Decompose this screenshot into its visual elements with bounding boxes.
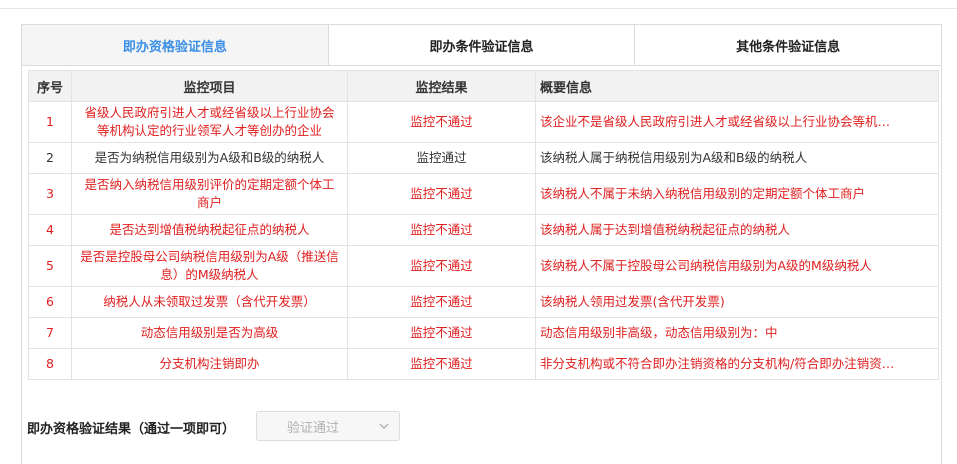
row-summary: 非分支机构或不符合即办注销资格的分支机构/符合即办注销资…: [535, 348, 939, 380]
verification-panel: 即办资格验证信息 即办条件验证信息 其他条件验证信息 序号 监控项目 监控结果 …: [21, 24, 942, 464]
row-result: 监控不通过: [347, 245, 536, 287]
row-result: 监控不通过: [347, 214, 536, 246]
row-item: 省级人民政府引进人才或经省级以上行业协会等机构认定的行业领军人才等创办的企业: [71, 101, 348, 143]
table-row: 2 是否为纳税信用级别为A级和B级的纳税人 监控通过 该纳税人属于纳税信用级别为…: [28, 142, 939, 174]
result-select[interactable]: 验证通过: [256, 411, 400, 441]
tab-other-conditions[interactable]: 其他条件验证信息: [634, 25, 941, 65]
chevron-down-icon: [379, 423, 389, 430]
table-row: 3 是否纳入纳税信用级别评价的定期定额个体工商户 监控不通过 该纳税人不属于未纳…: [28, 173, 939, 215]
top-divider: [0, 0, 957, 9]
row-item: 是否达到增值税纳税起征点的纳税人: [71, 214, 348, 246]
row-item: 是否为纳税信用级别为A级和B级的纳税人: [71, 142, 348, 174]
table-row: 6 纳税人从未领取过发票（含代开发票） 监控不通过 该纳税人领用过发票(含代开发…: [28, 286, 939, 318]
row-summary: 该纳税人不属于未纳入纳税信用级别的定期定额个体工商户: [535, 173, 939, 215]
monitor-table: 序号 监控项目 监控结果 概要信息 1 省级人民政府引进人才或经省级以上行业协会…: [28, 70, 939, 380]
row-no: 7: [28, 317, 72, 349]
row-summary: 该纳税人不属于控股母公司纳税信用级别为A级的M级纳税人: [535, 245, 939, 287]
row-result: 监控通过: [347, 142, 536, 174]
row-summary: 该纳税人领用过发票(含代开发票): [535, 286, 939, 318]
table-header-row: 序号 监控项目 监控结果 概要信息: [28, 70, 939, 102]
row-no: 1: [28, 101, 72, 143]
table-row: 5 是否是控股母公司纳税信用级别为A级（推送信息）的M级纳税人 监控不通过 该纳…: [28, 245, 939, 287]
row-result: 监控不通过: [347, 101, 536, 143]
table-row: 8 分支机构注销即办 监控不通过 非分支机构或不符合即办注销资格的分支机构/符合…: [28, 348, 939, 380]
tab-conditions[interactable]: 即办条件验证信息: [327, 25, 635, 65]
table-row: 1 省级人民政府引进人才或经省级以上行业协会等机构认定的行业领军人才等创办的企业…: [28, 101, 939, 143]
header-item: 监控项目: [71, 70, 348, 102]
row-item: 是否是控股母公司纳税信用级别为A级（推送信息）的M级纳税人: [71, 245, 348, 287]
row-summary: 该企业不是省级人民政府引进人才或经省级以上行业协会等机…: [535, 101, 939, 143]
tab-qualification[interactable]: 即办资格验证信息: [22, 25, 328, 65]
row-result: 监控不通过: [347, 173, 536, 215]
table-row: 4 是否达到增值税纳税起征点的纳税人 监控不通过 该纳税人属于达到增值税纳税起征…: [28, 214, 939, 246]
row-no: 8: [28, 348, 72, 380]
row-summary: 该纳税人属于纳税信用级别为A级和B级的纳税人: [535, 142, 939, 174]
row-item: 分支机构注销即办: [71, 348, 348, 380]
row-summary: 该纳税人属于达到增值税纳税起征点的纳税人: [535, 214, 939, 246]
row-no: 3: [28, 173, 72, 215]
header-no: 序号: [28, 70, 72, 102]
header-summary: 概要信息: [535, 70, 939, 102]
row-result: 监控不通过: [347, 348, 536, 380]
row-item: 是否纳入纳税信用级别评价的定期定额个体工商户: [71, 173, 348, 215]
row-no: 4: [28, 214, 72, 246]
row-no: 6: [28, 286, 72, 318]
header-result: 监控结果: [347, 70, 536, 102]
row-result: 监控不通过: [347, 317, 536, 349]
result-select-value: 验证通过: [287, 420, 340, 436]
row-item: 纳税人从未领取过发票（含代开发票）: [71, 286, 348, 318]
row-no: 5: [28, 245, 72, 287]
row-no: 2: [28, 142, 72, 174]
tab-bar: 即办资格验证信息 即办条件验证信息 其他条件验证信息: [22, 25, 941, 66]
table-row: 7 动态信用级别是否为高级 监控不通过 动态信用级别非高级，动态信用级别为：中: [28, 317, 939, 349]
row-summary: 动态信用级别非高级，动态信用级别为：中: [535, 317, 939, 349]
row-result: 监控不通过: [347, 286, 536, 318]
result-label: 即办资格验证结果（通过一项即可）: [27, 422, 236, 437]
row-item: 动态信用级别是否为高级: [71, 317, 348, 349]
